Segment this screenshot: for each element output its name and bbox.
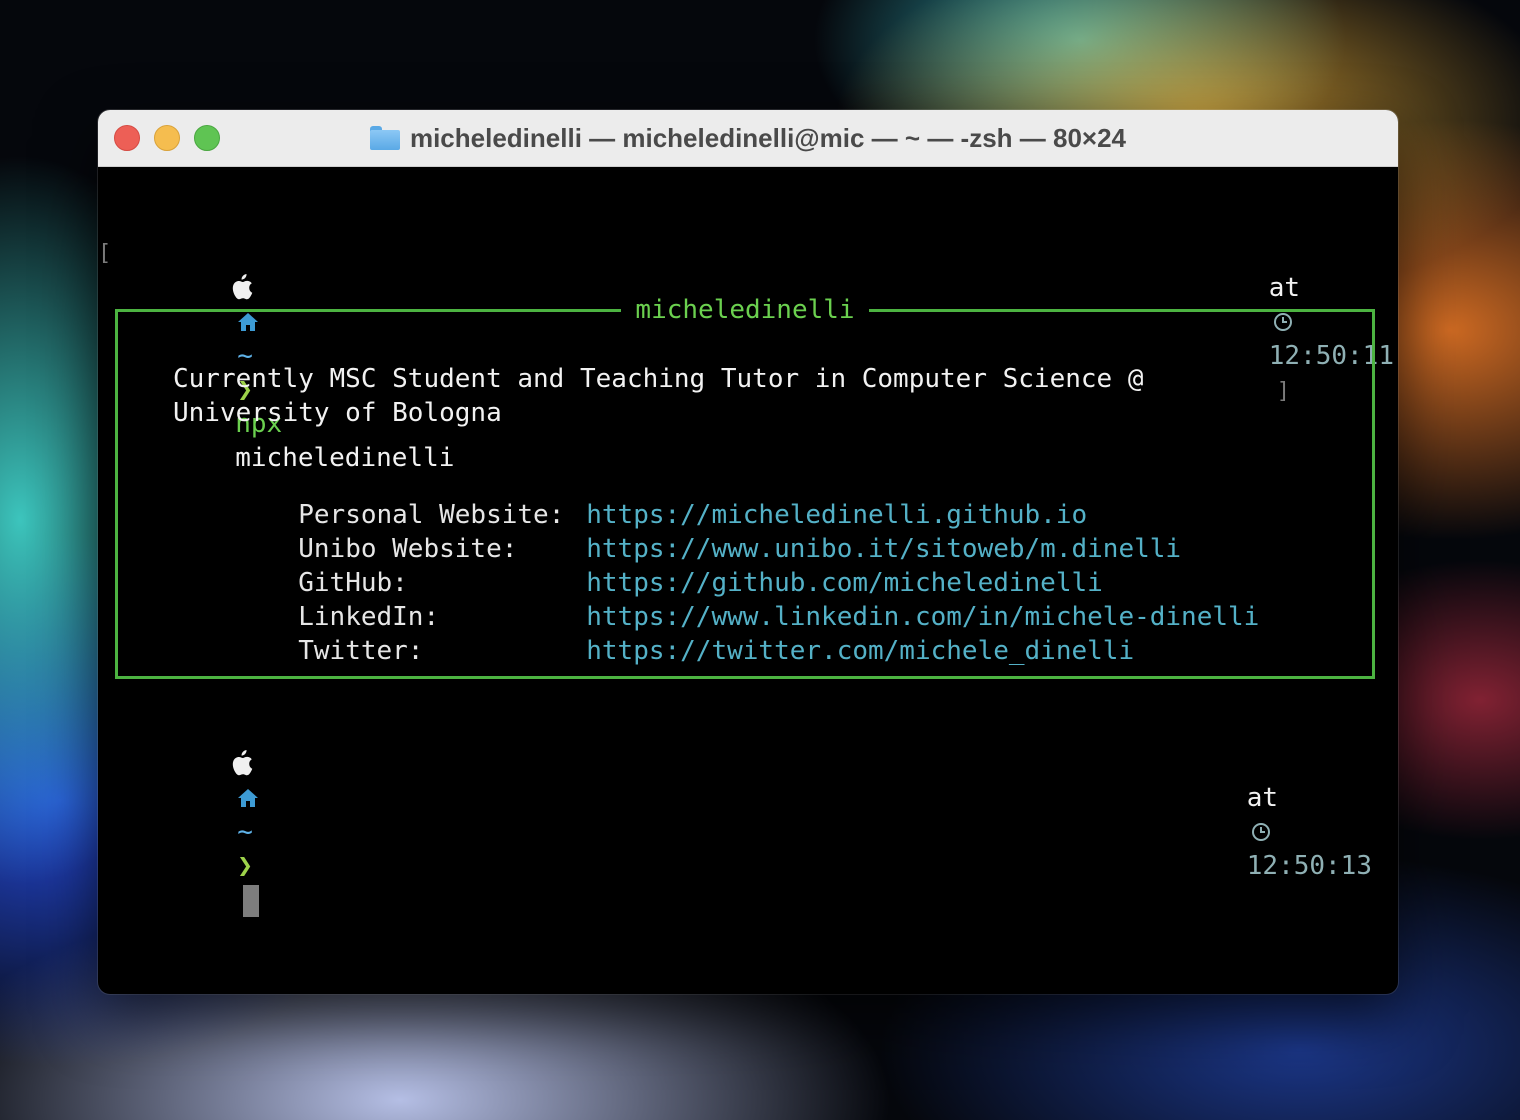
apple-icon [233, 750, 253, 776]
title-bar[interactable]: micheledinelli — micheledinelli@mic — ~ … [98, 110, 1398, 167]
bio-line-2: University of Bologna [173, 398, 502, 428]
terminal-window: micheledinelli — micheledinelli@mic — ~ … [98, 110, 1398, 994]
twitter-link[interactable]: https://twitter.com/michele_dinelli [586, 636, 1134, 666]
window-title: micheledinelli — micheledinelli@mic — ~ … [409, 122, 1127, 153]
clock-icon [1251, 823, 1270, 841]
card-title: micheledinelli [621, 295, 869, 325]
prompt-line-1: [ ~ ❯ npx micheledinelli at 12:50:11] [98, 169, 1398, 473]
info-card: micheledinelli Currently MSC Student and… [115, 295, 1375, 679]
text-cursor[interactable] [243, 884, 260, 917]
folder-icon [369, 126, 400, 150]
prompt-at: at [1246, 783, 1279, 813]
prompt-chevron: ❯ [237, 851, 253, 881]
bio-line-1: Currently MSC Student and Teaching Tutor… [173, 364, 1144, 394]
home-icon [238, 789, 259, 807]
prompt-time: 12:50:13 [1246, 851, 1372, 881]
prompt-line-2: ~ ❯ at 12:50:13 [98, 679, 1398, 917]
prompt-dir: ~ [237, 817, 253, 847]
prompt-open-bracket: [ [98, 241, 112, 266]
window-title-area: micheledinelli — micheledinelli@mic — ~ … [98, 110, 1398, 166]
card-title-wrap: micheledinelli [118, 290, 1372, 330]
link-label: Twitter: [298, 636, 424, 666]
